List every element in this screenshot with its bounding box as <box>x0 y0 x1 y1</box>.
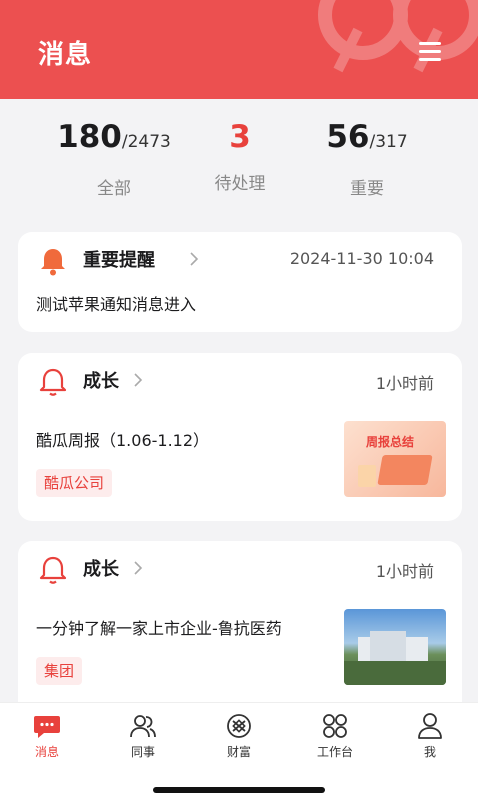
tab-workbench[interactable]: 工作台 <box>300 711 370 760</box>
thumbnail-text: 周报总结 <box>366 435 415 449</box>
message-card-growth-2[interactable]: 成长 1小时前 一分钟了解一家上市企业-鲁抗医药 集团 <box>18 541 462 716</box>
stat-all-value: 180 <box>57 119 122 155</box>
workbench-icon <box>323 714 347 738</box>
message-card-growth-1[interactable]: 成长 1小时前 酷瓜周报（1.06-1.12） 酷瓜公司 周报总结 <box>18 353 462 521</box>
person-icon <box>418 713 442 739</box>
chat-bubble-icon <box>34 716 60 738</box>
menu-icon[interactable] <box>419 42 441 62</box>
card-time: 1小时前 <box>375 374 434 393</box>
stat-important[interactable]: 56/317 重要 <box>287 117 447 199</box>
card-tag: 酷瓜公司 <box>36 469 113 497</box>
people-icon <box>130 715 156 738</box>
card-category: 成长 <box>83 371 119 392</box>
card-time: 2024-11-30 10:04 <box>289 249 434 268</box>
bell-outline-icon <box>39 368 67 396</box>
tab-label: 工作台 <box>316 745 353 759</box>
stat-pending-value: 3 <box>229 119 251 155</box>
bell-filled-icon <box>41 249 65 276</box>
tab-label: 财富 <box>226 745 251 759</box>
chevron-right-icon <box>134 561 143 575</box>
tab-colleagues[interactable]: 同事 <box>108 711 178 760</box>
page-title: 消息 <box>38 40 93 70</box>
card-time: 1小时前 <box>375 562 434 581</box>
tab-me[interactable]: 我 <box>395 711 465 760</box>
stat-important-label: 重要 <box>350 179 384 199</box>
card-category: 成长 <box>83 559 119 580</box>
home-indicator[interactable] <box>153 787 325 793</box>
tab-label: 我 <box>423 745 436 759</box>
stat-important-value: 56 <box>326 119 370 155</box>
card-header: 成长 1小时前 <box>18 353 462 409</box>
card-message: 测试苹果通知消息进入 <box>36 295 197 314</box>
card-header: 成长 1小时前 <box>18 541 462 597</box>
tab-label: 同事 <box>130 745 155 759</box>
tab-wealth[interactable]: 财富 <box>204 711 274 760</box>
stats-summary: 180/2473 全部 3 待处理 56/317 重要 <box>0 99 478 219</box>
bell-outline-icon <box>39 556 67 584</box>
card-message: 一分钟了解一家上市企业-鲁抗医药 <box>36 619 282 638</box>
card-message: 酷瓜周报（1.06-1.12） <box>36 431 210 450</box>
tab-label: 消息 <box>34 745 59 759</box>
card-header: 重要提醒 2024-11-30 10:04 <box>18 232 462 288</box>
company-building-thumbnail <box>344 609 446 685</box>
app-header: 消息 <box>0 0 478 99</box>
weekly-report-thumbnail: 周报总结 <box>344 421 446 497</box>
stat-important-total: /317 <box>369 132 408 152</box>
wealth-icon <box>227 714 251 738</box>
card-tag: 集团 <box>36 657 83 685</box>
card-category: 重要提醒 <box>83 250 155 271</box>
chevron-right-icon <box>190 252 199 266</box>
header-decoration-icon <box>318 0 478 73</box>
tab-messages[interactable]: 消息 <box>12 711 82 760</box>
chevron-right-icon <box>134 373 143 387</box>
message-card-important[interactable]: 重要提醒 2024-11-30 10:04 测试苹果通知消息进入 <box>18 232 462 332</box>
